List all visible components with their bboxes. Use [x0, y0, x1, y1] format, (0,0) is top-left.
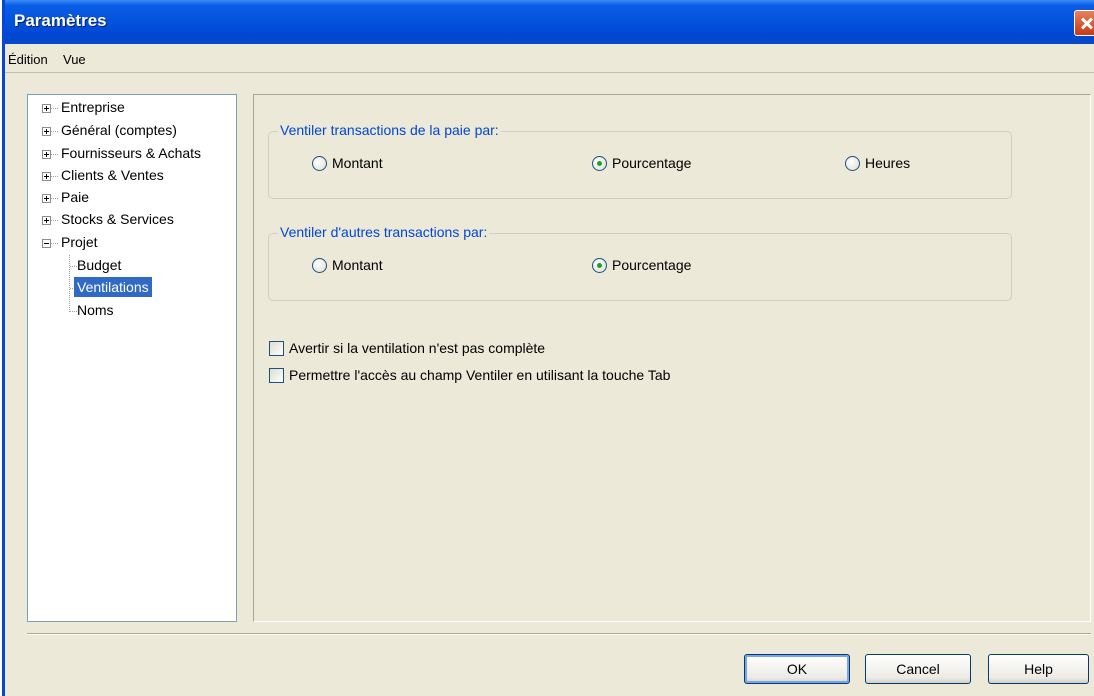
tree-item-budget[interactable]: Budget: [28, 255, 236, 275]
tree-item-label: Stocks & Services: [61, 211, 174, 227]
expand-icon[interactable]: [42, 172, 51, 181]
tree-item-noms[interactable]: Noms: [28, 300, 236, 320]
checkbox-label: Avertir si la ventilation n'est pas comp…: [289, 340, 546, 356]
footer-separator: [27, 633, 1091, 635]
tree-item-label: Fournisseurs & Achats: [61, 145, 202, 161]
ok-button[interactable]: OK: [744, 654, 850, 684]
tree-item-label: Entreprise: [61, 99, 125, 115]
radio-icon[interactable]: [312, 156, 327, 171]
radio-selected-icon[interactable]: [592, 258, 607, 273]
radio-selected-icon[interactable]: [592, 156, 607, 171]
checkbox-label: Permettre l'accès au champ Ventiler en u…: [289, 367, 671, 383]
expand-icon[interactable]: [42, 104, 51, 113]
tree-item-general[interactable]: Général (comptes): [28, 120, 236, 140]
expand-icon[interactable]: [42, 194, 51, 203]
window-title: Paramètres: [14, 11, 107, 30]
settings-tree[interactable]: Entreprise Général (comptes) Fournisseur…: [27, 94, 237, 622]
collapse-icon[interactable]: [42, 239, 51, 248]
menu-bar: Édition Vue: [5, 44, 1094, 73]
group-title: Ventiler d'autres transactions par:: [278, 224, 490, 240]
tree-item-fournisseurs[interactable]: Fournisseurs & Achats: [28, 143, 236, 163]
cancel-button[interactable]: Cancel: [865, 654, 971, 684]
help-button[interactable]: Help: [988, 654, 1089, 684]
tree-item-label: Ventilations: [74, 277, 152, 297]
radio-icon[interactable]: [845, 156, 860, 171]
tree-item-label: Noms: [77, 302, 114, 318]
payroll-allocation-group: Ventiler transactions de la paie par: Mo…: [268, 122, 1012, 199]
radio-label: Montant: [332, 155, 383, 171]
tree-item-label: Budget: [77, 257, 122, 273]
radio-icon[interactable]: [312, 258, 327, 273]
menu-vue[interactable]: Vue: [63, 52, 86, 67]
radio-label: Montant: [332, 257, 383, 273]
tree-item-entreprise[interactable]: Entreprise: [28, 97, 236, 117]
tree-item-label: Paie: [61, 189, 90, 205]
tree-item-paie[interactable]: Paie: [28, 187, 236, 207]
radio-label: Pourcentage: [612, 155, 692, 171]
title-bar[interactable]: Paramètres: [5, 0, 1094, 44]
menu-edition[interactable]: Édition: [8, 52, 48, 67]
settings-dialog: Paramètres Édition Vue Entreprise Généra…: [2, 0, 1094, 696]
radio-label: Pourcentage: [612, 257, 692, 273]
close-icon[interactable]: [1074, 10, 1094, 36]
expand-icon[interactable]: [42, 216, 51, 225]
tree-item-projet[interactable]: Projet: [28, 232, 236, 252]
tree-item-ventilations[interactable]: Ventilations: [28, 277, 236, 297]
tree-item-label: Projet: [61, 234, 98, 250]
checkbox-icon[interactable]: [269, 341, 284, 356]
other-allocation-group: Ventiler d'autres transactions par: Mont…: [268, 224, 1012, 301]
settings-panel: Ventiler transactions de la paie par: Mo…: [253, 94, 1091, 622]
expand-icon[interactable]: [42, 150, 51, 159]
group-title: Ventiler transactions de la paie par:: [278, 122, 501, 138]
expand-icon[interactable]: [42, 127, 51, 136]
radio-label: Heures: [865, 155, 911, 171]
tree-item-clients[interactable]: Clients & Ventes: [28, 165, 236, 185]
tree-item-stocks[interactable]: Stocks & Services: [28, 209, 236, 229]
tree-item-label: Général (comptes): [61, 122, 177, 138]
checkbox-icon[interactable]: [269, 368, 284, 383]
tree-item-label: Clients & Ventes: [61, 167, 164, 183]
